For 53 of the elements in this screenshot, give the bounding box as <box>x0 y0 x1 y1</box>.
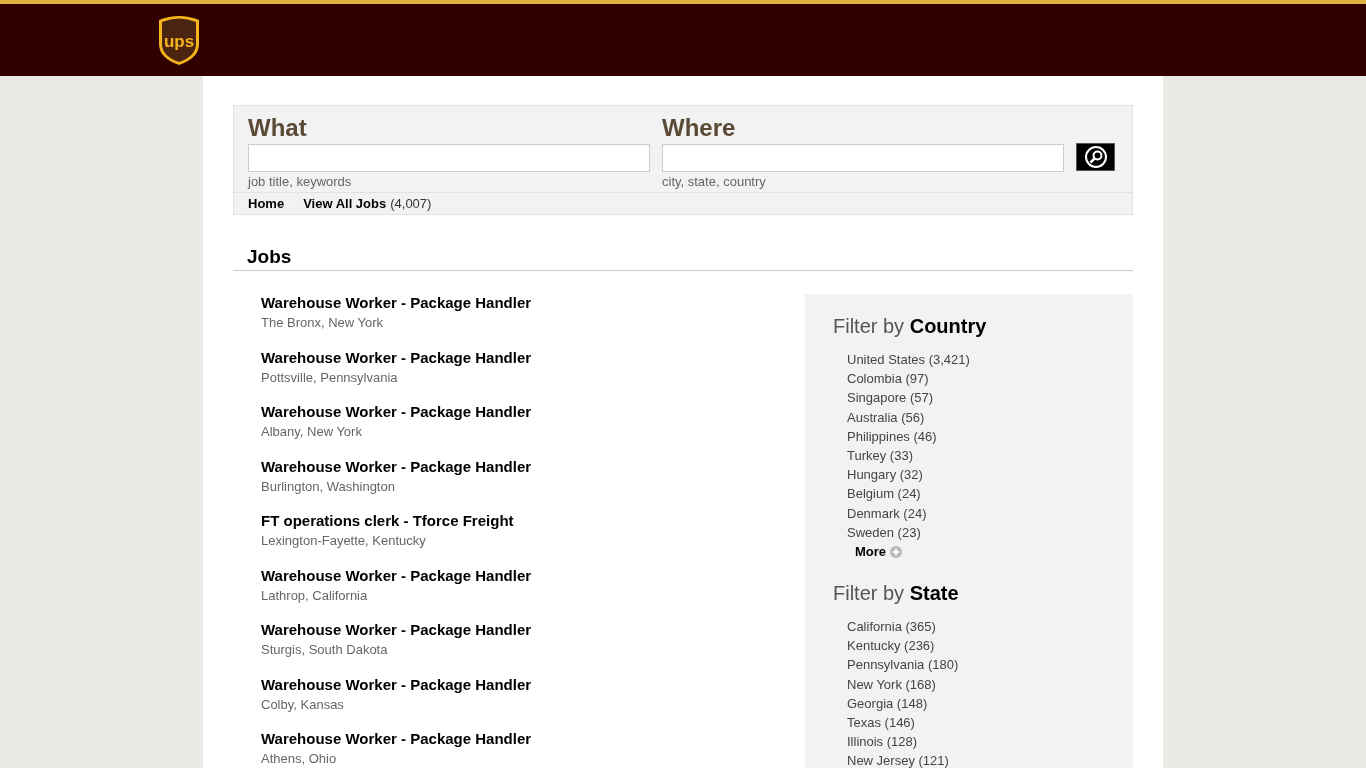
filter-link[interactable]: Belgium (24) <box>847 484 921 504</box>
field-label: Where <box>662 114 737 142</box>
filter-link[interactable]: New York (168) <box>847 674 936 694</box>
breadcrumb-link[interactable]: Home <box>248 193 285 214</box>
filter-link[interactable]: Illinois (128) <box>847 732 918 752</box>
job-title-link[interactable]: Warehouse Worker - Package Handler <box>261 728 532 750</box>
plus-circle-icon <box>890 545 903 558</box>
job-location: Pottsville, Pennsylvania <box>261 368 399 387</box>
field-hint: city, state, country <box>662 173 767 191</box>
filter-link[interactable]: Denmark (24) <box>847 503 927 523</box>
job-title-link[interactable]: Warehouse Worker - Package Handler <box>261 401 532 423</box>
job-count: (4,007) <box>390 194 432 213</box>
filter-link[interactable]: Colombia (97) <box>847 369 929 389</box>
filter-link[interactable]: Kentucky (236) <box>847 636 935 656</box>
job-location: Lathrop, California <box>261 586 369 605</box>
shield-logo[interactable]: ups <box>157 14 201 66</box>
what-input-field[interactable] <box>248 144 650 172</box>
filter-link[interactable]: Pennsylvania (180) <box>847 655 959 675</box>
breadcrumb-link[interactable]: View All Jobs <box>303 193 387 214</box>
job-title-link[interactable]: Warehouse Worker - Package Handler <box>261 673 532 696</box>
filter-link[interactable]: Georgia (148) <box>847 693 928 714</box>
filter-link[interactable]: Sweden (23) <box>847 522 921 543</box>
filter-link[interactable]: United States (3,421) <box>847 350 970 370</box>
job-title-link[interactable]: Warehouse Worker - Package Handler <box>261 564 532 587</box>
job-location: Athens, Ohio <box>261 750 338 768</box>
job-location: Lexington-Fayette, Kentucky <box>261 532 427 550</box>
job-title-link[interactable]: Warehouse Worker - Package Handler <box>261 292 532 314</box>
field-label: What <box>248 114 308 142</box>
job-title-link[interactable]: Warehouse Worker - Package Handler <box>261 455 532 478</box>
job-location: The Bronx, New York <box>261 314 385 332</box>
filter-link[interactable]: Australia (56) <box>847 407 925 427</box>
job-title-link[interactable]: Warehouse Worker - Package Handler <box>261 619 532 641</box>
job-location: Burlington, Washington <box>261 477 396 496</box>
filter-link[interactable]: Turkey (33) <box>847 446 913 466</box>
filter-link[interactable]: Philippines (46) <box>847 426 937 446</box>
job-title-link[interactable]: Warehouse Worker - Package Handler <box>261 346 532 369</box>
filter-link[interactable]: California (365) <box>847 617 936 637</box>
more-link[interactable]: More <box>855 542 903 562</box>
filter-link[interactable]: Hungary (32) <box>847 465 923 485</box>
filter-heading: Filter by Country <box>833 314 988 338</box>
job-location: Colby, Kansas <box>261 695 345 714</box>
filter-link[interactable]: New Jersey (121) <box>847 751 949 768</box>
job-location: Sturgis, South Dakota <box>261 641 389 659</box>
job-title-link[interactable]: FT operations clerk - Tforce Freight <box>261 510 532 532</box>
filter-link[interactable]: Texas (146) <box>847 713 915 733</box>
job-location: Albany, New York <box>261 423 363 441</box>
field-hint: job title, keywords <box>248 173 353 191</box>
search-icon <box>1083 145 1108 169</box>
filter-link[interactable]: Singapore (57) <box>847 388 933 408</box>
filter-heading: Filter by State <box>833 581 960 606</box>
section-heading: Jobs <box>247 245 293 269</box>
where-input-field[interactable] <box>662 144 1064 172</box>
search-button[interactable] <box>1076 143 1115 171</box>
